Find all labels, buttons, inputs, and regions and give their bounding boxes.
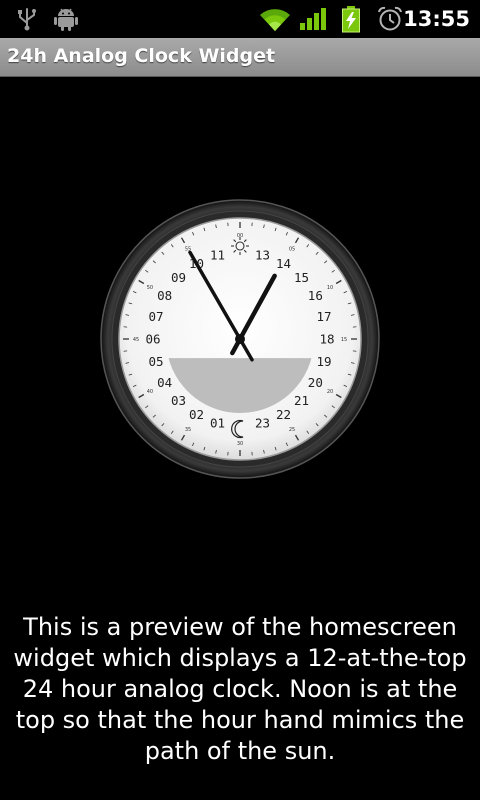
hour-label: 13 [255,247,270,262]
center-pin [235,334,245,344]
app-title: 24h Analog Clock Widget [7,45,276,67]
minute-label: 50 [147,285,153,291]
hour-label: 17 [317,309,332,324]
alarm-icon [377,6,403,36]
hour-label: 18 [319,332,334,347]
hour-label: 07 [148,309,163,324]
wifi-icon [259,8,291,36]
hour-label: 05 [148,354,163,369]
hour-label: 21 [294,393,309,408]
minute-label: 45 [133,337,139,343]
usb-icon [16,6,38,36]
status-time: 13:55 [403,7,470,31]
minute-label: 30 [237,441,243,447]
hour-label: 23 [255,416,270,431]
hour-label: 09 [171,270,186,285]
hour-label: 08 [157,288,172,303]
hour-label: 14 [276,256,291,271]
minute-label: 35 [185,427,191,433]
battery-charging-icon [341,5,361,37]
minute-label: 20 [327,389,333,395]
hour-label: 11 [210,247,225,262]
hour-label: 01 [210,416,225,431]
signal-icon [299,7,327,35]
hour-label: 03 [171,393,186,408]
minute-label: 25 [289,427,295,433]
hour-label: 22 [276,407,291,422]
minute-label: 10 [327,285,333,291]
analog-clock-widget[interactable]: 00 05 10 15 20 25 30 35 40 45 50 55 13 14 15 16 17 18 19 2… [100,199,380,479]
minute-label: 05 [289,247,295,253]
hour-label: 06 [145,332,160,347]
hour-label: 02 [189,407,204,422]
hour-label: 16 [308,288,323,303]
hour-label: 15 [294,270,309,285]
minute-label: 15 [341,337,347,343]
hour-label: 19 [317,354,332,369]
minute-label: 40 [147,389,153,395]
app-title-bar: 24h Analog Clock Widget [0,38,480,77]
status-bar: 13:55 [0,0,480,38]
hour-label: 20 [308,375,323,390]
widget-description: This is a preview of the homescreen widg… [13,613,467,765]
hour-label: 04 [157,375,172,390]
android-debug-icon [54,6,78,36]
